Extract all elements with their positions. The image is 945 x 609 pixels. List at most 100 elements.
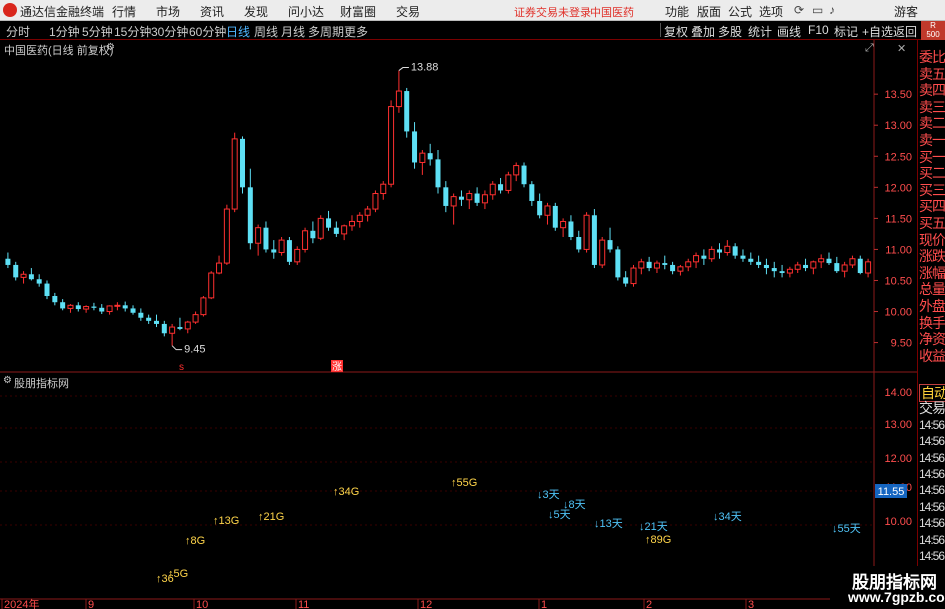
period-more[interactable]: 更多 xyxy=(344,23,368,40)
trade-mode-label[interactable]: 自动 xyxy=(919,384,945,402)
quote-panel: 委比 卖五 卖四 卖三 卖二 卖一 买一 买二 买三 买四 买五 现价 涨跌 涨幅 总量 外盘 换手 净资 收益 自动… xyxy=(917,40,945,609)
tool-f10[interactable]: F10 xyxy=(808,23,829,37)
candle-body xyxy=(91,306,97,308)
signal-label: ↓5天 xyxy=(548,509,571,521)
menu-ask[interactable]: 问小达 xyxy=(288,3,324,20)
chart-grid xyxy=(0,40,917,609)
refresh-icon[interactable]: ⟳ xyxy=(794,3,804,17)
menu-wealth-circle[interactable]: 财富圈 xyxy=(340,3,376,20)
right-tag[interactable]: R 500 xyxy=(921,21,945,40)
candle-body xyxy=(786,268,793,274)
candle-body xyxy=(13,264,19,278)
period-monthly[interactable]: 月线 xyxy=(281,23,305,40)
menu-trade[interactable]: 交易 xyxy=(396,3,420,20)
period-1min[interactable]: 1分钟 xyxy=(49,23,80,40)
candle-body xyxy=(341,225,348,235)
login-notice[interactable]: 证券交易未登录 xyxy=(514,4,591,20)
period-60min[interactable]: 60分钟 xyxy=(189,23,226,40)
candle-body xyxy=(756,261,762,265)
price-tick-label: 10.50 xyxy=(884,275,912,287)
period-daily[interactable]: 日线 xyxy=(226,23,250,40)
menu-formula[interactable]: 公式 xyxy=(728,3,752,20)
period-5min[interactable]: 5分钟 xyxy=(82,23,113,40)
candle-body xyxy=(114,304,121,307)
trade-time: 14:56 xyxy=(919,532,945,547)
candle-body xyxy=(638,261,645,269)
candle-body xyxy=(106,305,113,313)
price-tick-label: 10.00 xyxy=(884,307,912,319)
candle-body xyxy=(380,183,387,195)
menu-news[interactable]: 资讯 xyxy=(200,3,224,20)
candle-body xyxy=(489,183,496,196)
candle-body xyxy=(28,274,34,280)
candle-body xyxy=(653,262,660,269)
candle-body xyxy=(615,249,621,278)
indicator-gear-icon[interactable]: ⚙ xyxy=(3,375,12,386)
candlestick-series: 13.88 9.45s 涨 xyxy=(5,62,872,373)
candle-body xyxy=(130,308,136,313)
candle-body xyxy=(544,205,551,216)
candle-body xyxy=(458,196,464,200)
candle-body xyxy=(184,321,191,330)
period-30min[interactable]: 30分钟 xyxy=(151,23,188,40)
tool-mark[interactable]: 标记 xyxy=(834,23,858,40)
trade-time: 14:56 xyxy=(919,417,945,432)
candle-body xyxy=(670,264,676,272)
menu-discover[interactable]: 发现 xyxy=(244,3,268,20)
candle-body xyxy=(310,230,316,239)
tool-draw[interactable]: 画线 xyxy=(777,23,801,40)
candle-body xyxy=(44,283,50,296)
signal-label: ↑13G xyxy=(213,515,239,527)
chart-close-icon[interactable]: ✕ xyxy=(897,42,906,55)
period-multi[interactable]: 多周期 xyxy=(308,23,344,40)
candle-body xyxy=(302,230,309,250)
menu-market[interactable]: 市场 xyxy=(156,3,180,20)
tool-stats[interactable]: 统计 xyxy=(748,23,772,40)
chat-icon[interactable]: ▭ xyxy=(812,3,823,17)
candle-body xyxy=(317,217,324,239)
candle-body xyxy=(333,227,339,234)
candle-body xyxy=(146,317,152,321)
quote-field-label: 外盘 xyxy=(919,298,945,314)
tool-adjust[interactable]: 复权 xyxy=(664,23,688,40)
trade-time: 14:56 xyxy=(919,516,945,531)
menu-function[interactable]: 功能 xyxy=(665,3,689,20)
indicator-title[interactable]: 股朋指标网 xyxy=(14,375,69,391)
menu-options[interactable]: 选项 xyxy=(759,3,783,20)
candle-body xyxy=(591,215,597,265)
x-tick-label: 11 xyxy=(298,599,309,609)
candle-body xyxy=(552,205,558,228)
candle-body xyxy=(388,106,395,185)
stock-name-header: 中国医药 xyxy=(590,7,634,19)
quote-field-label: 卖一 xyxy=(919,132,945,148)
tool-add-watchlist[interactable]: +自选 xyxy=(862,23,893,40)
period-15min[interactable]: 15分钟 xyxy=(114,23,151,40)
chart-expand-icon[interactable]: ⤢ xyxy=(865,42,874,55)
candle-body xyxy=(255,227,262,244)
menu-layout[interactable]: 版面 xyxy=(697,3,721,20)
candle-body xyxy=(607,240,613,250)
period-weekly[interactable]: 周线 xyxy=(254,23,278,40)
candle-body xyxy=(708,248,715,260)
tool-multi-stock[interactable]: 多股 xyxy=(718,23,742,40)
tool-overlay[interactable]: 叠加 xyxy=(691,23,715,40)
bell-icon[interactable]: ♪ xyxy=(829,3,835,17)
settings-gear-icon[interactable]: ⚙ xyxy=(106,42,115,53)
candle-body xyxy=(583,214,590,250)
signal-label: ↑89G xyxy=(645,534,671,546)
candle-body xyxy=(748,258,754,262)
candle-body xyxy=(326,218,332,228)
candle-body xyxy=(200,297,207,316)
candle-body xyxy=(348,220,355,227)
menu-quotes[interactable]: 行情 xyxy=(112,3,136,20)
candle-body xyxy=(271,249,277,253)
period-tick[interactable]: 分时 xyxy=(6,23,30,40)
user-guest[interactable]: 游客 xyxy=(894,3,918,20)
price-tick-label: 13.00 xyxy=(884,120,912,132)
candle-body xyxy=(435,159,441,188)
quote-field-label: 卖五 xyxy=(919,65,945,82)
tool-back[interactable]: 返回 xyxy=(893,23,917,40)
main-chart-title[interactable]: 中国医药(日线 前复权) xyxy=(4,42,113,58)
quote-field-label: 净资 xyxy=(919,331,945,348)
candle-body xyxy=(599,239,606,266)
